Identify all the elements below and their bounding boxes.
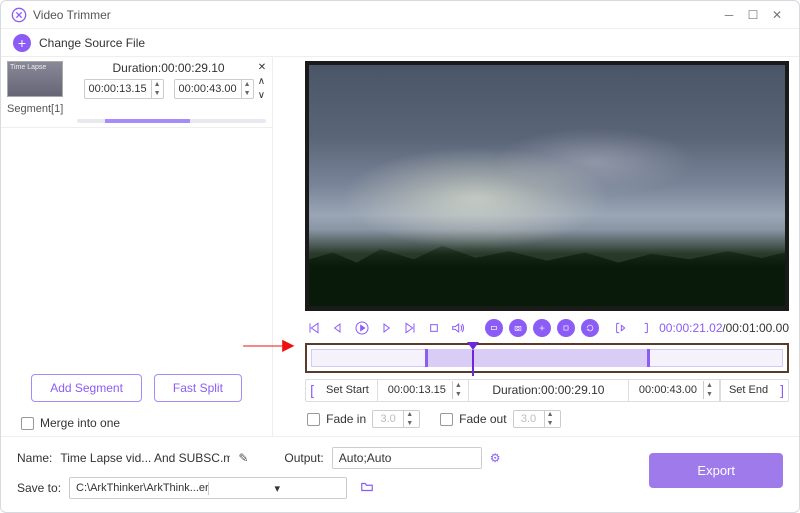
spin-up-icon[interactable]: ▲	[242, 80, 253, 89]
spin-down-icon[interactable]: ▼	[404, 419, 415, 428]
set-end-button[interactable]: Set End	[720, 380, 776, 401]
fade-out-label: Fade out	[459, 412, 506, 426]
stop-icon[interactable]	[425, 319, 443, 337]
next-frame-icon[interactable]	[377, 319, 395, 337]
trim-duration-label: Duration:00:00:29.10	[469, 380, 629, 401]
timeline-playhead[interactable]	[467, 342, 479, 350]
fade-in-checkbox[interactable]	[307, 413, 320, 426]
segment-duration-label: Duration:00:00:29.10	[71, 61, 266, 75]
timeline-selection[interactable]	[425, 349, 651, 367]
spin-up-icon[interactable]: ▲	[545, 410, 556, 419]
playhead-time: 00:00:21.02/00:01:00.00	[659, 321, 789, 335]
play-icon[interactable]	[353, 319, 371, 337]
segment-start-input[interactable]: ▲▼	[84, 79, 164, 99]
player-controls: 00:00:21.02/00:01:00.00	[305, 317, 789, 339]
merge-label: Merge into one	[40, 416, 120, 430]
change-source-label: Change Source File	[39, 36, 145, 50]
output-label: Output:	[284, 451, 323, 465]
export-button[interactable]: Export	[649, 453, 783, 488]
aspect-icon[interactable]	[485, 319, 503, 337]
dropdown-icon[interactable]: ▾	[208, 482, 347, 495]
spin-up-icon[interactable]: ▲	[152, 80, 163, 89]
minimize-button[interactable]: ─	[717, 3, 741, 27]
output-settings-icon[interactable]: ⚙	[490, 451, 501, 465]
fade-out-checkbox[interactable]	[440, 413, 453, 426]
set-start-button[interactable]: Set Start	[318, 380, 378, 401]
name-label: Name:	[17, 451, 52, 465]
timeline-track[interactable]	[311, 349, 783, 367]
segment-mini-track	[77, 119, 266, 123]
loop-icon[interactable]	[581, 319, 599, 337]
app-title: Video Trimmer	[33, 8, 717, 22]
spin-down-icon[interactable]: ▼	[453, 390, 464, 399]
segment-end-input[interactable]: ▲▼	[174, 79, 254, 99]
output-format-select[interactable]: Auto;Auto	[332, 447, 482, 469]
footer: Name: ✎ Output: Auto;Auto ⚙ Save to: C:\…	[1, 436, 799, 512]
snapshot-icon[interactable]	[509, 319, 527, 337]
copy-icon[interactable]	[557, 319, 575, 337]
change-source-button[interactable]: +	[13, 34, 31, 52]
video-preview	[305, 61, 789, 311]
trim-start-input[interactable]: ▲▼	[378, 380, 469, 401]
open-folder-icon[interactable]	[359, 480, 375, 497]
edit-name-icon[interactable]: ✎	[238, 451, 248, 465]
preview-panel: 00:00:21.02/00:01:00.00 ———▶ [ Set Start…	[273, 57, 799, 436]
fast-split-button[interactable]: Fast Split	[154, 374, 242, 402]
segment-up-icon[interactable]: ∧	[258, 75, 266, 87]
annotation-arrow-icon: ———▶	[243, 335, 291, 355]
app-logo-icon	[11, 7, 27, 23]
add-icon[interactable]	[533, 319, 551, 337]
fade-in-label: Fade in	[326, 412, 366, 426]
name-input[interactable]	[60, 451, 230, 466]
close-button[interactable]: ✕	[765, 3, 789, 27]
goto-start-icon[interactable]	[305, 319, 323, 337]
source-bar: + Change Source File	[1, 29, 799, 57]
timeline[interactable]	[305, 343, 789, 373]
spin-up-icon[interactable]: ▲	[704, 381, 715, 390]
goto-end-icon[interactable]	[401, 319, 419, 337]
segment-item[interactable]: Time Lapse Duration:00:00:29.10 ▲▼ ▲▼	[1, 57, 272, 128]
segment-label: Segment[1]	[7, 103, 266, 115]
spin-up-icon[interactable]: ▲	[453, 381, 464, 390]
volume-icon[interactable]	[449, 319, 467, 337]
maximize-button[interactable]: ☐	[741, 3, 765, 27]
save-path-select[interactable]: C:\ArkThinker\ArkThink...erter Ultimate\…	[69, 477, 347, 499]
titlebar: Video Trimmer ─ ☐ ✕	[1, 1, 799, 29]
bracket-left-icon: [	[306, 382, 318, 398]
segment-thumbnail: Time Lapse	[7, 61, 63, 97]
mark-in-icon[interactable]	[611, 319, 629, 337]
fade-out-input[interactable]: ▲▼	[513, 410, 561, 428]
spin-down-icon[interactable]: ▼	[242, 89, 253, 98]
spin-down-icon[interactable]: ▼	[152, 89, 163, 98]
bracket-right-icon: ]	[776, 382, 788, 398]
segment-close-icon[interactable]: ✕	[258, 61, 266, 73]
save-to-label: Save to:	[17, 481, 61, 495]
merge-checkbox[interactable]	[21, 417, 34, 430]
segment-down-icon[interactable]: ∨	[258, 89, 266, 101]
mark-out-icon[interactable]	[635, 319, 653, 337]
trim-bar: [ Set Start ▲▼ Duration:00:00:29.10 ▲▼ S…	[305, 379, 789, 402]
spin-down-icon[interactable]: ▼	[704, 390, 715, 399]
spin-down-icon[interactable]: ▼	[545, 419, 556, 428]
add-segment-button[interactable]: Add Segment	[31, 374, 142, 402]
segments-panel: Time Lapse Duration:00:00:29.10 ▲▼ ▲▼	[1, 57, 273, 436]
fade-in-input[interactable]: ▲▼	[372, 410, 420, 428]
prev-frame-icon[interactable]	[329, 319, 347, 337]
trim-end-input[interactable]: ▲▼	[629, 380, 720, 401]
spin-up-icon[interactable]: ▲	[404, 410, 415, 419]
